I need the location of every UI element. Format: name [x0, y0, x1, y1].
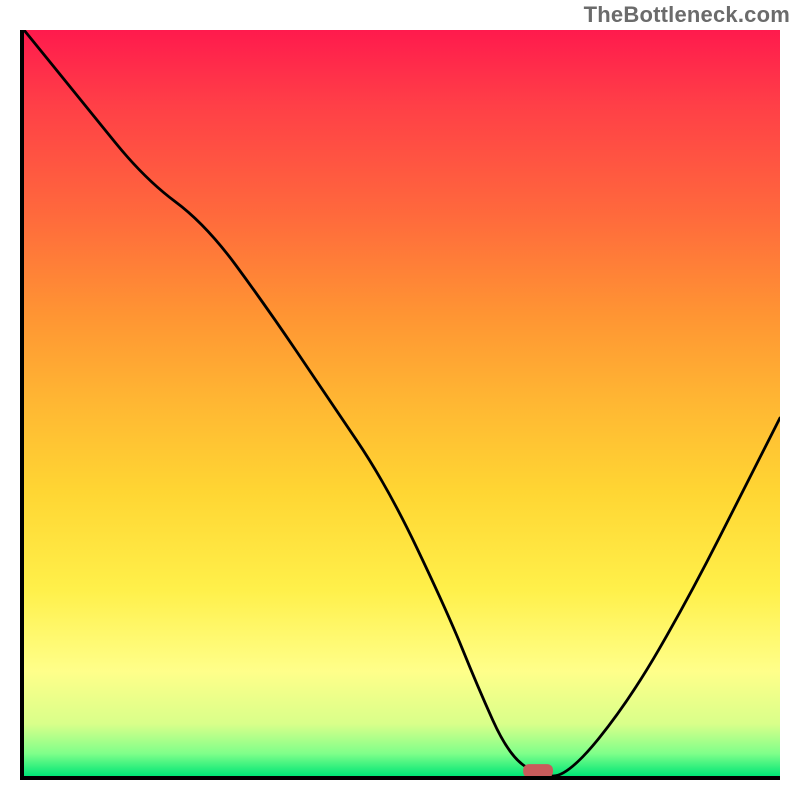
plot-area — [20, 30, 780, 780]
bottleneck-curve — [24, 30, 780, 776]
optimal-point-marker — [523, 764, 553, 776]
watermark-text: TheBottleneck.com — [584, 2, 790, 28]
chart-svg — [24, 30, 780, 776]
